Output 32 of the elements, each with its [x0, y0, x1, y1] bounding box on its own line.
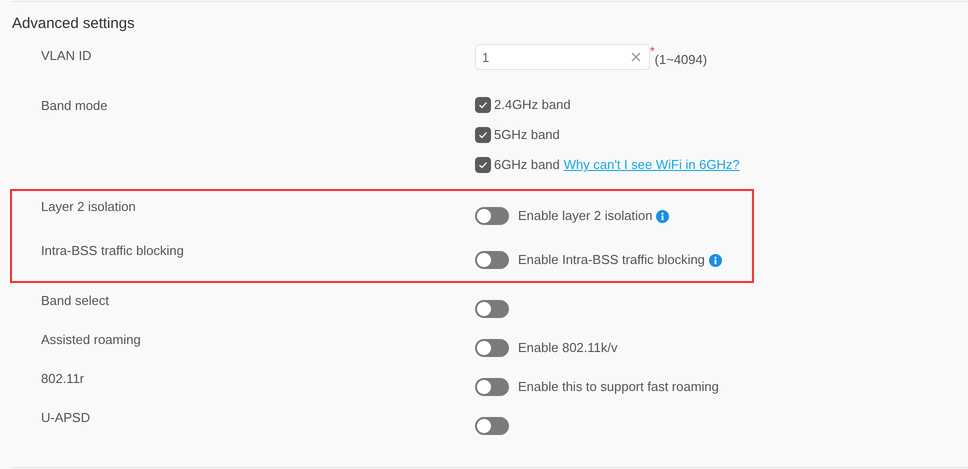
- vlan-input-field[interactable]: 1: [475, 44, 650, 70]
- setting-label: Intra-BSS traffic blocking: [41, 243, 184, 258]
- toggle-label: Enable Intra-BSS traffic blocking: [518, 251, 705, 270]
- setting-label: U-APSD: [41, 410, 90, 425]
- setting-label: Band select: [41, 293, 109, 308]
- checkbox[interactable]: [475, 157, 491, 173]
- toggle-switch[interactable]: [475, 416, 509, 434]
- checkbox-label: 2.4GHz band: [494, 96, 571, 114]
- toggle-switch[interactable]: [475, 207, 509, 225]
- toggle-label: Enable 802.11k/v: [518, 338, 618, 357]
- range-hint: (1~4094): [654, 51, 708, 69]
- checkbox-label: 6GHz band: [494, 156, 560, 174]
- clear-icon[interactable]: [631, 52, 641, 62]
- setting-label: VLAN ID: [41, 48, 92, 63]
- setting-label: 802.11r: [41, 371, 84, 386]
- toggle-switch[interactable]: [475, 378, 509, 396]
- toggle-switch[interactable]: [475, 251, 509, 269]
- check-icon: [478, 130, 488, 140]
- required-mark: *: [650, 45, 655, 57]
- section-title: Advanced settings: [12, 14, 136, 34]
- check-icon: [478, 100, 488, 110]
- checkbox-label: 5GHz band: [494, 126, 560, 144]
- setting-label: Band mode: [41, 98, 108, 113]
- toggle-switch[interactable]: [475, 338, 509, 356]
- toggle-label: Enable this to support fast roaming: [518, 378, 719, 396]
- checkbox[interactable]: [475, 127, 491, 143]
- setting-label: Assisted roaming: [41, 332, 141, 347]
- check-icon: [478, 160, 488, 170]
- setting-label: Layer 2 isolation: [41, 199, 136, 214]
- checkbox[interactable]: [475, 97, 491, 113]
- toggle-switch[interactable]: [475, 300, 509, 318]
- toggle-label: Enable layer 2 isolation: [518, 207, 652, 226]
